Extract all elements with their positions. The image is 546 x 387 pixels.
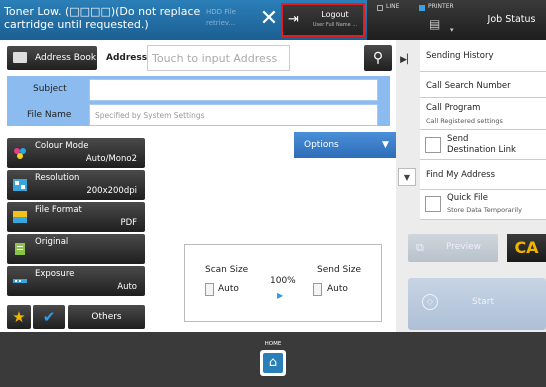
exposure-title: Exposure xyxy=(35,269,75,279)
favorite-star-button[interactable]: ★ xyxy=(7,305,31,329)
file-format-button[interactable]: File Format PDF xyxy=(7,202,145,232)
logout-label: Logout xyxy=(321,10,349,19)
quick-file-label: Quick File xyxy=(447,193,488,203)
colour-mode-title: Colour Mode xyxy=(35,141,89,151)
address-book-button[interactable]: Address Book xyxy=(7,46,97,70)
printer-label: PRINTER xyxy=(428,3,454,10)
subject-input[interactable] xyxy=(89,79,378,101)
sending-history-item[interactable]: Sending History xyxy=(420,40,546,72)
file-format-value: PDF xyxy=(120,218,137,228)
sending-history-label: Sending History xyxy=(426,51,494,61)
start-label: Start xyxy=(472,297,494,307)
size-panel[interactable]: Scan Size Send Size Auto 100% ▶ Auto xyxy=(184,244,382,322)
exposure-button[interactable]: Exposure Auto xyxy=(7,266,145,296)
chevron-down-icon[interactable]: ▼ xyxy=(398,168,416,186)
original-button[interactable]: Original xyxy=(7,234,145,264)
close-message-icon[interactable]: ✕ xyxy=(256,6,282,32)
preview-button[interactable]: ⧉ Preview xyxy=(408,234,498,262)
call-search-number-item[interactable]: Call Search Number xyxy=(420,72,546,98)
ratio-value: 100% xyxy=(270,276,296,286)
others-button[interactable]: Others xyxy=(68,305,145,329)
colour-mode-value: Auto/Mono2 xyxy=(85,154,137,164)
page-icon xyxy=(313,283,322,296)
arrow-right-icon: ▶ xyxy=(277,291,284,300)
checkmark-button[interactable]: ✔ xyxy=(33,305,65,329)
home-label: HOME xyxy=(264,341,282,347)
logout-icon: ⇥ xyxy=(288,12,299,27)
address-label: Address xyxy=(106,53,148,63)
exposure-icon xyxy=(13,279,27,283)
search-button[interactable]: ⚲ xyxy=(364,45,392,71)
address-book-icon xyxy=(13,52,27,63)
call-program-item[interactable]: Call Program Call Registered settings xyxy=(420,98,546,130)
user-name: User Full Name ... xyxy=(312,22,358,28)
preview-icon: ⧉ xyxy=(416,241,424,254)
start-button[interactable]: ◇ Start xyxy=(408,278,546,330)
original-icon xyxy=(15,243,25,255)
call-registered-label: Call Registered settings xyxy=(426,117,503,125)
file-format-icon xyxy=(13,211,27,223)
collapse-panel-icon[interactable]: ▶▏ xyxy=(398,50,416,70)
start-icon: ◇ xyxy=(422,294,438,310)
send-destination-link-item[interactable]: Send Destination Link xyxy=(420,130,546,160)
address-book-label: Address Book xyxy=(35,53,97,63)
job-status-button[interactable]: Job Status xyxy=(477,0,546,40)
logout-button[interactable]: ⇥ Logout User Full Name ... xyxy=(281,3,365,37)
colour-mode-button[interactable]: Colour Mode Auto/Mono2 xyxy=(7,138,145,168)
call-program-label: Call Program xyxy=(426,103,481,113)
checkbox[interactable] xyxy=(425,196,441,212)
search-icon: ⚲ xyxy=(372,50,384,66)
page-icon xyxy=(205,283,214,296)
options-label: Options xyxy=(304,140,339,150)
clear-all-button[interactable]: CA xyxy=(507,234,546,262)
subject-label: Subject xyxy=(33,84,67,94)
file-name-input[interactable]: Specified by System Settings xyxy=(89,104,378,126)
resolution-button[interactable]: Resolution 200x200dpi xyxy=(7,170,145,200)
resolution-title: Resolution xyxy=(35,173,80,183)
chevron-down-icon: ▼ xyxy=(382,140,389,150)
file-name-label: File Name xyxy=(27,110,72,120)
device-status-area[interactable]: LINE PRINTER ▤ ▾ xyxy=(367,0,477,40)
colour-mode-icon xyxy=(14,148,26,159)
find-my-address-label: Find My Address xyxy=(426,170,496,180)
preview-label: Preview xyxy=(446,242,482,252)
line-indicator xyxy=(377,5,383,11)
resolution-icon xyxy=(13,179,27,191)
home-icon: ⌂ xyxy=(263,353,283,373)
checkbox[interactable] xyxy=(425,137,441,153)
home-button[interactable]: ⌂ xyxy=(260,350,286,376)
exposure-value: Auto xyxy=(117,282,137,292)
send-size-value: Auto xyxy=(327,284,348,294)
file-format-title: File Format xyxy=(35,205,82,215)
address-input[interactable]: Touch to input Address xyxy=(147,45,290,71)
printer-icon: ▤ xyxy=(429,17,441,31)
line-label: LINE xyxy=(386,3,400,10)
original-title: Original xyxy=(35,237,69,247)
store-data-label: Store Data Temporarily xyxy=(447,206,522,214)
quick-file-item[interactable]: Quick File Store Data Temporarily xyxy=(420,190,546,220)
chevron-down-icon: ▾ xyxy=(450,26,454,34)
printer-indicator xyxy=(419,5,425,11)
send-destination-link-label: Send Destination Link xyxy=(447,134,516,155)
send-size-label: Send Size xyxy=(317,265,362,275)
call-search-number-label: Call Search Number xyxy=(426,81,511,91)
scan-size-label: Scan Size xyxy=(205,265,249,275)
resolution-value: 200x200dpi xyxy=(86,186,137,196)
find-my-address-item[interactable]: Find My Address xyxy=(420,160,546,190)
scan-size-value: Auto xyxy=(218,284,239,294)
options-button[interactable]: Options ▼ xyxy=(294,132,396,158)
